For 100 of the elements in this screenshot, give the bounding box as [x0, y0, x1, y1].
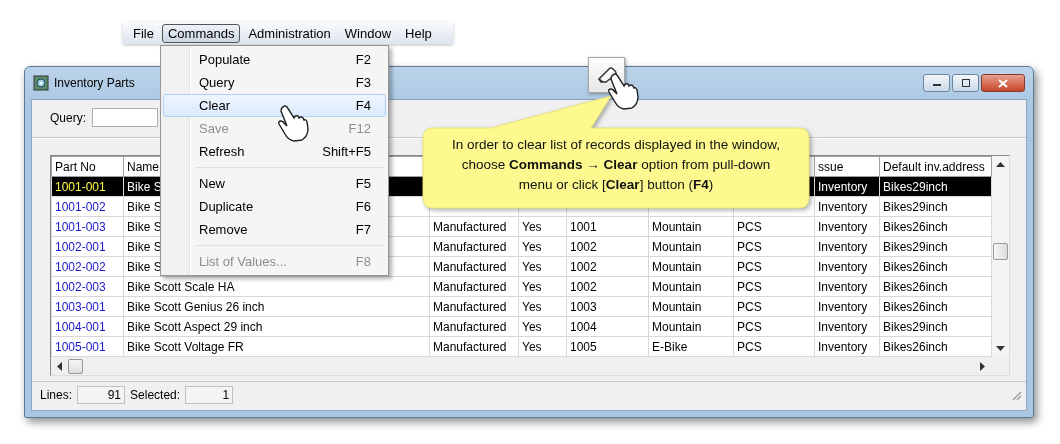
- table-cell: Bike Scott Aspect 29 inch: [123, 316, 430, 337]
- scroll-up-icon[interactable]: [996, 162, 1005, 167]
- table-cell: Yes: [518, 296, 567, 317]
- scroll-thumb[interactable]: [68, 358, 83, 374]
- part-number-cell[interactable]: 1002-002: [51, 256, 124, 277]
- selected-count: 1: [185, 386, 234, 404]
- table-cell: Bikes26inch: [879, 276, 992, 297]
- table-cell: Bike Scott Genius 26 inch: [123, 296, 430, 317]
- table-cell: PCS: [733, 236, 815, 257]
- table-cell: Inventory: [814, 296, 880, 317]
- table-cell: Manufactured: [429, 296, 519, 317]
- maximize-button[interactable]: [952, 74, 979, 92]
- hand-cursor-icon: [606, 72, 640, 110]
- table-cell: Bikes29inch: [879, 196, 992, 217]
- menu-item[interactable]: Window: [338, 23, 398, 43]
- menu-option[interactable]: Duplicate F6: [163, 195, 386, 218]
- table-cell: Mountain: [648, 316, 734, 337]
- table-cell: Manufactured: [429, 316, 519, 337]
- table-cell: Mountain: [648, 236, 734, 257]
- part-number-cell[interactable]: 1002-001: [51, 236, 124, 257]
- vertical-scrollbar[interactable]: [992, 156, 1009, 357]
- table-cell: Bikes26inch: [879, 296, 992, 317]
- table-cell: Bikes26inch: [879, 256, 992, 277]
- maximize-icon: [960, 79, 971, 87]
- resize-grip-icon[interactable]: [1010, 389, 1022, 401]
- table-cell: Inventory: [814, 316, 880, 337]
- table-cell: 1002: [566, 256, 649, 277]
- status-label: Selected:: [130, 388, 181, 402]
- table-cell: Manufactured: [429, 336, 519, 357]
- part-number-cell[interactable]: 1001-002: [51, 196, 124, 217]
- table-cell: PCS: [733, 256, 815, 277]
- table-cell: Inventory: [814, 236, 880, 257]
- scroll-down-icon[interactable]: [996, 346, 1005, 351]
- table-cell: Bikes26inch: [879, 336, 992, 357]
- window-title: Inventory Parts: [54, 76, 135, 90]
- table-cell: PCS: [733, 316, 815, 337]
- menu-option[interactable]: Clear F4: [163, 94, 386, 117]
- table-cell: Yes: [518, 216, 567, 237]
- table-cell: PCS: [733, 336, 815, 357]
- table-cell: Inventory: [814, 256, 880, 277]
- query-field[interactable]: [92, 108, 158, 127]
- table-cell: Inventory: [814, 336, 880, 357]
- menu-item[interactable]: Administration: [242, 23, 337, 43]
- part-number-cell[interactable]: 1004-001: [51, 316, 124, 337]
- table-cell: 1002: [566, 276, 649, 297]
- callout-text: In order to clear list of records displayed in the window, choose Commands → Clear option from pull-down menu or click [Clear] button (F4): [451, 136, 781, 194]
- table-cell: Inventory: [814, 276, 880, 297]
- part-number-cell[interactable]: 1001-001: [51, 176, 124, 197]
- part-number-cell[interactable]: 1002-003: [51, 276, 124, 297]
- scroll-right-icon[interactable]: [980, 361, 985, 371]
- table-cell: Mountain: [648, 216, 734, 237]
- table-cell: PCS: [733, 276, 815, 297]
- table-cell: Yes: [518, 236, 567, 257]
- part-number-cell[interactable]: 1001-003: [51, 216, 124, 237]
- minimize-button[interactable]: [923, 74, 950, 92]
- menu-item[interactable]: Help: [399, 23, 438, 43]
- table-cell: E-Bike: [648, 336, 734, 357]
- menu-option[interactable]: Populate F2: [163, 48, 386, 71]
- table-cell: Manufactured: [429, 216, 519, 237]
- hand-cursor-icon: [276, 104, 310, 142]
- menu-item[interactable]: File: [127, 23, 160, 43]
- table-cell: Manufactured: [429, 256, 519, 277]
- query-label: Query:: [50, 110, 86, 125]
- menu-option[interactable]: Refresh Shift+F5: [163, 140, 386, 163]
- table-cell: PCS: [733, 216, 815, 237]
- table-cell: 1002: [566, 236, 649, 257]
- menu-item[interactable]: Commands: [161, 23, 241, 43]
- table-cell: Yes: [518, 256, 567, 277]
- part-number-cell[interactable]: 1005-001: [51, 336, 124, 357]
- scroll-thumb[interactable]: [993, 243, 1008, 260]
- scroll-left-icon[interactable]: [57, 361, 62, 371]
- table-cell: PCS: [733, 296, 815, 317]
- column-header[interactable]: ssue: [814, 156, 880, 177]
- status-label: Lines:: [40, 388, 73, 402]
- table-cell: Mountain: [648, 276, 734, 297]
- part-number-cell[interactable]: 1003-001: [51, 296, 124, 317]
- lines-count: 91: [77, 386, 126, 404]
- column-header[interactable]: Part No: [51, 156, 124, 177]
- table-cell: 1005: [566, 336, 649, 357]
- table-cell: Bike Scott Voltage FR: [123, 336, 430, 357]
- table-cell: Yes: [518, 336, 567, 357]
- menu-option[interactable]: Query F3: [163, 71, 386, 94]
- table-cell: Mountain: [648, 296, 734, 317]
- table-cell: 1001: [566, 216, 649, 237]
- table-cell: 1004: [566, 316, 649, 337]
- app-icon: [33, 75, 49, 91]
- table-cell: Bikes29inch: [879, 316, 992, 337]
- table-cell: Mountain: [648, 256, 734, 277]
- table-cell: Manufactured: [429, 236, 519, 257]
- table-cell: 1003: [566, 296, 649, 317]
- eraser-icon: [595, 66, 618, 84]
- column-header[interactable]: Default inv.address: [879, 156, 992, 177]
- close-button[interactable]: [981, 74, 1025, 92]
- horizontal-scrollbar[interactable]: [51, 357, 1009, 375]
- table-cell: Bikes26inch: [879, 216, 992, 237]
- table-cell: Inventory: [814, 196, 880, 217]
- table-cell: Inventory: [814, 216, 880, 237]
- table-cell: Yes: [518, 276, 567, 297]
- close-icon: [998, 78, 1008, 88]
- table-cell: Manufactured: [429, 276, 519, 297]
